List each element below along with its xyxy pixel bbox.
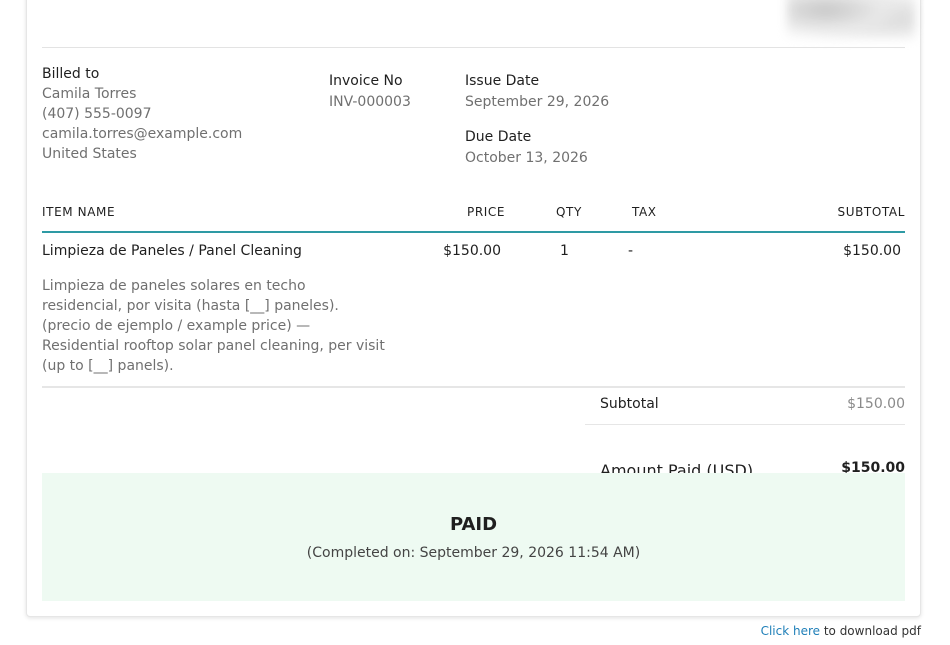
download-pdf-link[interactable]: Click here [761, 624, 820, 638]
subtotal-label: Subtotal [600, 396, 659, 412]
invoice-card: Billed to Camila Torres (407) 555-0097 c… [26, 0, 921, 617]
subtotal-value: $150.00 [847, 396, 905, 412]
customer-country: United States [42, 146, 137, 162]
customer-name: Camila Torres [42, 86, 137, 102]
paid-status-banner: PAID (Completed on: September 29, 2026 1… [42, 473, 905, 601]
due-date: October 13, 2026 [465, 150, 588, 166]
totals-section: Subtotal $150.00 Amount Paid (USD) $150.… [585, 388, 905, 480]
customer-email: camila.torres@example.com [42, 126, 243, 142]
customer-phone: (407) 555-0097 [42, 106, 152, 122]
item-name: Limpieza de Paneles / Panel Cleaning [42, 243, 302, 259]
due-date-label: Due Date [465, 129, 532, 145]
paid-status-title: PAID [449, 514, 498, 535]
amount-paid-row: Amount Paid (USD) $150.00 [585, 425, 905, 480]
billed-to-section: Billed to Camila Torres (407) 555-0097 c… [42, 66, 242, 164]
header-subtotal: SUBTOTAL [837, 205, 905, 219]
download-pdf-footer: Click here to download pdf [761, 624, 921, 638]
company-logo [787, 0, 915, 39]
item-tax: - [628, 243, 634, 259]
items-table-header: ITEM NAME PRICE QTY TAX SUBTOTAL [42, 203, 905, 233]
issue-date-block: Issue Date September 29, 2026 [465, 73, 609, 112]
header-divider [42, 47, 905, 48]
issue-date-label: Issue Date [465, 73, 540, 89]
paid-completed-text: (Completed on: September 29, 2026 11:54 … [306, 545, 641, 561]
item-price: $150.00 [443, 243, 501, 259]
header-item-name: ITEM NAME [42, 205, 116, 219]
subtotal-row: Subtotal $150.00 [585, 388, 905, 425]
invoice-number-label: Invoice No [329, 73, 403, 89]
item-qty: 1 [560, 243, 569, 259]
issue-date: September 29, 2026 [465, 94, 610, 110]
item-description: Limpieza de paneles solares en techo res… [42, 278, 385, 374]
header-tax: TAX [632, 205, 657, 219]
billed-to-label: Billed to [42, 66, 100, 82]
header-qty: QTY [556, 205, 582, 219]
invoice-number: INV-000003 [329, 94, 411, 110]
invoice-number-block: Invoice No INV-000003 [329, 73, 411, 112]
download-pdf-text: to download pdf [820, 624, 921, 638]
item-subtotal: $150.00 [843, 243, 901, 259]
header-price: PRICE [467, 205, 506, 219]
due-date-block: Due Date October 13, 2026 [465, 129, 588, 168]
